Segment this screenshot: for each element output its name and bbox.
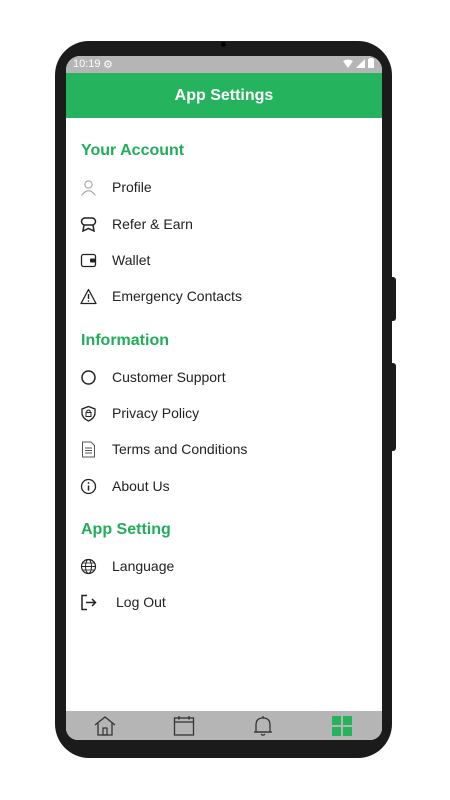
person-icon	[81, 180, 96, 196]
power-button	[392, 277, 396, 321]
menu-item-privacy-policy[interactable]: Privacy Policy	[66, 398, 382, 428]
menu-item-label: Emergency Contacts	[112, 288, 242, 304]
signal-icon	[356, 58, 365, 68]
menu-item-about-us[interactable]: About Us	[66, 471, 382, 501]
menu-item-label: Language	[112, 558, 175, 574]
status-time: 10:19	[73, 58, 101, 70]
menu-item-refer-earn[interactable]: Refer & Earn	[66, 209, 382, 239]
section-title-your-account: Your Account	[81, 142, 185, 159]
shield-icon	[81, 405, 96, 422]
bell-icon[interactable]	[251, 714, 275, 738]
calendar-icon[interactable]	[172, 714, 196, 738]
circle-icon	[81, 370, 96, 385]
section-title-information: Information	[81, 332, 169, 349]
menu-item-profile[interactable]: Profile	[66, 172, 382, 202]
globe-icon	[80, 558, 97, 575]
screen: 10:19 ⚙ App Settings Your Account Profil…	[66, 56, 382, 740]
menu-item-label: Privacy Policy	[112, 405, 200, 421]
status-bar: 10:19 ⚙	[66, 56, 382, 73]
menu-item-language[interactable]: Language	[66, 551, 382, 581]
gift-icon	[80, 217, 97, 233]
info-icon	[80, 478, 97, 495]
home-icon[interactable]	[93, 714, 117, 738]
camera-dot	[221, 42, 226, 47]
menu-item-label: Terms and Conditions	[112, 441, 248, 457]
menu-item-wallet[interactable]: Wallet	[66, 245, 382, 275]
volume-button	[392, 363, 396, 451]
menu-item-emergency-contacts[interactable]: Emergency Contacts	[66, 281, 382, 311]
menu-item-label: Wallet	[112, 252, 151, 268]
menu-item-terms-conditions[interactable]: Terms and Conditions	[66, 434, 382, 464]
settings-status-icon: ⚙	[103, 59, 113, 71]
wifi-icon	[343, 59, 353, 68]
document-icon	[82, 441, 95, 458]
menu-item-logout[interactable]: Log Out	[66, 587, 382, 617]
menu-item-customer-support[interactable]: Customer Support	[66, 362, 382, 392]
page-title: App Settings	[174, 87, 274, 104]
app-bar: App Settings	[66, 73, 382, 118]
menu-item-label: Refer & Earn	[112, 216, 193, 232]
wallet-icon	[80, 253, 97, 268]
menu-item-label: Customer Support	[112, 369, 226, 385]
logout-icon	[81, 594, 97, 611]
status-icons	[343, 58, 374, 68]
menu-item-label: Log Out	[116, 594, 166, 610]
section-title-app-setting: App Setting	[81, 521, 171, 538]
battery-icon	[368, 58, 374, 68]
grid-icon[interactable]	[330, 714, 354, 738]
menu-item-label: Profile	[112, 179, 152, 195]
bottom-nav	[66, 711, 382, 740]
menu-item-label: About Us	[112, 478, 170, 494]
warning-icon	[80, 288, 97, 305]
